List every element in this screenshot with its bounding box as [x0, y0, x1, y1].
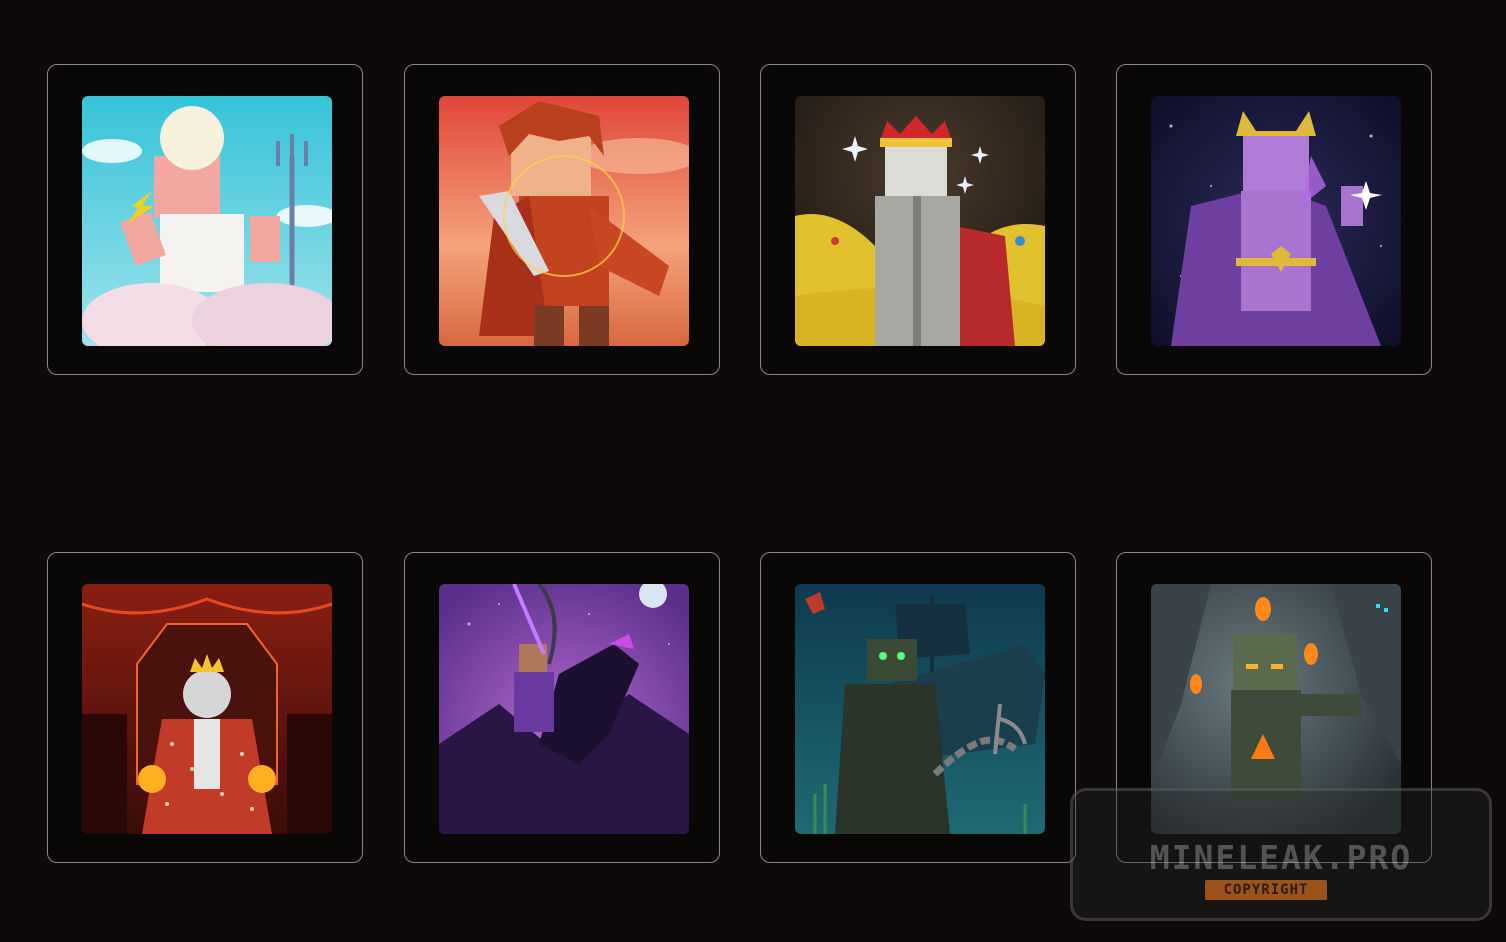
zeus-skin-icon: [82, 96, 332, 346]
watermark-overlay: MINELEAK.PRO COPYRIGHT: [1070, 788, 1492, 921]
king-skin-icon: [795, 96, 1045, 346]
gallery-card-5[interactable]: [47, 552, 363, 863]
dragon-rider-skin-icon: [439, 584, 689, 834]
skeleton-king-skin-icon: [82, 584, 332, 834]
warrior-skin-icon: [439, 96, 689, 346]
copyright-badge: COPYRIGHT: [1205, 880, 1327, 900]
gallery-card-3[interactable]: [760, 64, 1076, 375]
gallery-card-2[interactable]: [404, 64, 720, 375]
gallery-card-4[interactable]: [1116, 64, 1432, 375]
watermark-title: MINELEAK.PRO: [1149, 838, 1413, 877]
gallery-card-6[interactable]: [404, 552, 720, 863]
gallery-card-7[interactable]: [760, 552, 1076, 863]
cthulhu-pirate-skin-icon: [795, 584, 1045, 834]
cosmic-mage-skin-icon: [1151, 96, 1401, 346]
gallery-card-1[interactable]: [47, 64, 363, 375]
